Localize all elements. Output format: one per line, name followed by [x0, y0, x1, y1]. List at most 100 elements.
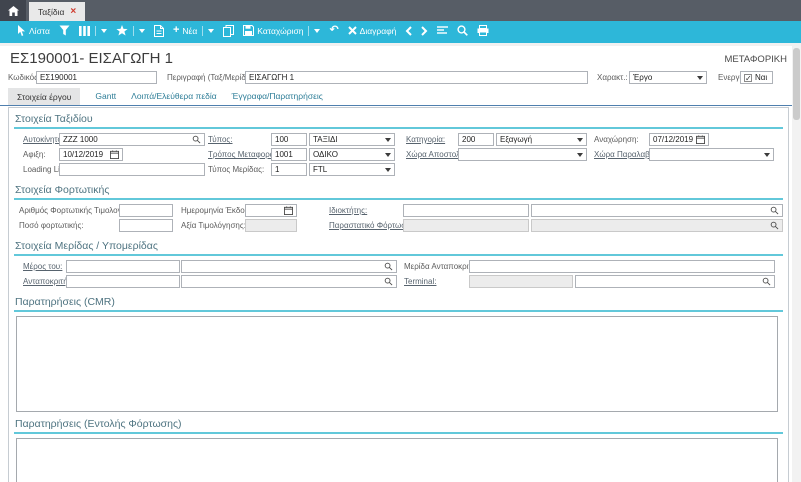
tab-other-fields[interactable]: Λοιπά/Ελεύθερα πεδία	[131, 91, 217, 105]
amount-field[interactable]	[119, 219, 173, 232]
country-from-select[interactable]	[458, 148, 587, 161]
corr-portion-field[interactable]	[469, 260, 775, 273]
vehicle-field[interactable]: ΖΖΖ 1000	[59, 133, 205, 146]
transport-code-field[interactable]	[271, 148, 307, 161]
list-button[interactable]: Λίστα	[16, 25, 50, 37]
owner-label[interactable]: Ιδιοκτήτης:	[329, 206, 367, 215]
search-icon[interactable]	[192, 135, 201, 144]
part-of-code-field[interactable]	[66, 260, 180, 273]
delete-button[interactable]: Διαγραφή	[348, 26, 397, 36]
section-rule	[14, 198, 783, 200]
printer-icon	[477, 25, 489, 36]
issue-date-field[interactable]	[245, 204, 297, 217]
category-select[interactable]: Εξαγωγή	[496, 133, 587, 146]
terminal-label[interactable]: Terminal:	[404, 277, 436, 286]
chevron-left-icon	[405, 26, 412, 36]
favorites-button[interactable]	[116, 25, 145, 36]
terminal-lookup-field[interactable]	[575, 275, 775, 288]
export-button[interactable]	[154, 25, 164, 37]
main-toolbar: Λίστα + Νέα Καταχώριση ↶ Διαγραφή	[0, 21, 801, 46]
category-label[interactable]: Κατηγορία:	[406, 135, 445, 144]
correspondent-lookup-field[interactable]	[181, 275, 397, 288]
calendar-icon[interactable]	[696, 135, 705, 144]
loading-doc-lookup-field[interactable]	[531, 219, 783, 232]
tab-label: Ταξίδια	[38, 7, 64, 17]
departure-date-field[interactable]: 07/12/2019	[649, 133, 709, 146]
invoice-value-field	[245, 219, 297, 232]
close-icon[interactable]: ×	[70, 7, 76, 17]
invoice-no-field[interactable]	[119, 204, 173, 217]
vehicle-label[interactable]: Αυτοκίνητο:	[23, 135, 64, 144]
form-row: Ανταποκριτής: Terminal:	[9, 274, 788, 289]
search-icon[interactable]	[770, 206, 779, 215]
portion-type-code-field[interactable]	[271, 163, 307, 176]
transport-mode-label[interactable]: Τρόπος Μεταφοράς:	[208, 150, 281, 159]
save-button[interactable]: Καταχώριση	[243, 25, 320, 36]
trip-type-label[interactable]: Τύπος:	[208, 135, 233, 144]
correspondent-code-field[interactable]	[66, 275, 180, 288]
filter-button[interactable]	[59, 25, 70, 36]
home-button[interactable]	[0, 0, 26, 21]
loading-doc-code-field	[403, 219, 529, 232]
magnifier-icon	[457, 25, 468, 36]
owner-lookup-field[interactable]	[531, 204, 783, 217]
section-title-remarks-loading: Παρατηρήσεις (Εντολής Φόρτωσης)	[15, 418, 788, 431]
code-field[interactable]	[36, 71, 157, 84]
trip-type-select[interactable]: ΤΑΞΙΔΙ	[309, 133, 395, 146]
type-select[interactable]: Έργο	[629, 71, 707, 84]
funnel-icon	[59, 25, 70, 36]
copy-button[interactable]	[223, 25, 234, 37]
previous-button[interactable]	[405, 26, 412, 36]
section-title-remarks-cmr: Παρατηρήσεις (CMR)	[15, 296, 788, 309]
undo-button[interactable]: ↶	[329, 25, 338, 36]
chevron-down-icon	[764, 153, 770, 157]
tab-taxidia[interactable]: Ταξίδια ×	[29, 2, 85, 21]
views-button[interactable]	[79, 26, 107, 36]
part-of-label[interactable]: Μέρος του:	[23, 262, 62, 271]
corr-portion-label: Μερίδα Ανταποκριτή:	[404, 262, 478, 271]
calendar-icon[interactable]	[110, 150, 119, 159]
main-panel: Στοιχεία Ταξιδίου Αυτοκίνητο: ΖΖΖ 1000 Τ…	[8, 107, 789, 482]
tab-gantt[interactable]: Gantt	[95, 91, 116, 105]
undo-icon: ↶	[329, 25, 338, 36]
search-icon[interactable]	[762, 277, 771, 286]
chevron-down-icon	[577, 138, 583, 142]
section-title-trip: Στοιχεία Ταξιδίου	[15, 113, 788, 126]
notes-button[interactable]	[437, 26, 448, 35]
print-button[interactable]	[477, 25, 489, 36]
calendar-icon[interactable]	[284, 206, 293, 215]
portion-type-select[interactable]: FTL	[309, 163, 395, 176]
search-icon[interactable]	[384, 262, 393, 271]
x-icon	[348, 26, 357, 35]
loading-list-field[interactable]	[59, 163, 205, 176]
chevron-down-icon	[208, 29, 214, 33]
tab-project-details[interactable]: Στοιχεία έργου	[8, 88, 80, 105]
lines-icon	[437, 26, 448, 35]
country-to-select[interactable]	[649, 148, 774, 161]
new-button[interactable]: + Νέα	[173, 25, 214, 36]
remarks-cmr-textarea[interactable]	[16, 316, 778, 412]
section-title-waybill: Στοιχεία Φορτωτικής	[15, 184, 788, 197]
zoom-button[interactable]	[457, 25, 468, 36]
vertical-scrollbar[interactable]	[792, 46, 801, 482]
chevron-down-icon	[385, 153, 391, 157]
scrollbar-thumb[interactable]	[793, 48, 800, 120]
section-title-portion: Στοιχεία Μερίδας / Υπομερίδας	[15, 240, 788, 253]
transport-select[interactable]: ΟΔΙΚΟ	[309, 148, 395, 161]
record-header: ΕΣ190001- ΕΙΣΑΓΩΓΗ 1 ΜΕΤΑΦΟΡΙΚΗ	[0, 46, 801, 67]
remarks-loading-textarea[interactable]	[16, 438, 778, 482]
checkbox-icon[interactable]: ✓	[744, 74, 752, 82]
tab-documents[interactable]: Έγγραφα/Παρατηρήσεις	[232, 91, 323, 105]
amount-label: Ποσό φορτωτικής:	[19, 221, 84, 230]
active-checkbox[interactable]: ✓ Ναι	[740, 71, 773, 84]
trip-type-code-field[interactable]	[271, 133, 307, 146]
star-icon	[116, 25, 128, 36]
search-icon[interactable]	[770, 221, 779, 230]
next-button[interactable]	[421, 26, 428, 36]
owner-code-field[interactable]	[403, 204, 529, 217]
description-field[interactable]	[245, 71, 588, 84]
category-code-field[interactable]	[458, 133, 494, 146]
arrival-date-field[interactable]: 10/12/2019	[59, 148, 123, 161]
part-of-lookup-field[interactable]	[181, 260, 397, 273]
search-icon[interactable]	[384, 277, 393, 286]
